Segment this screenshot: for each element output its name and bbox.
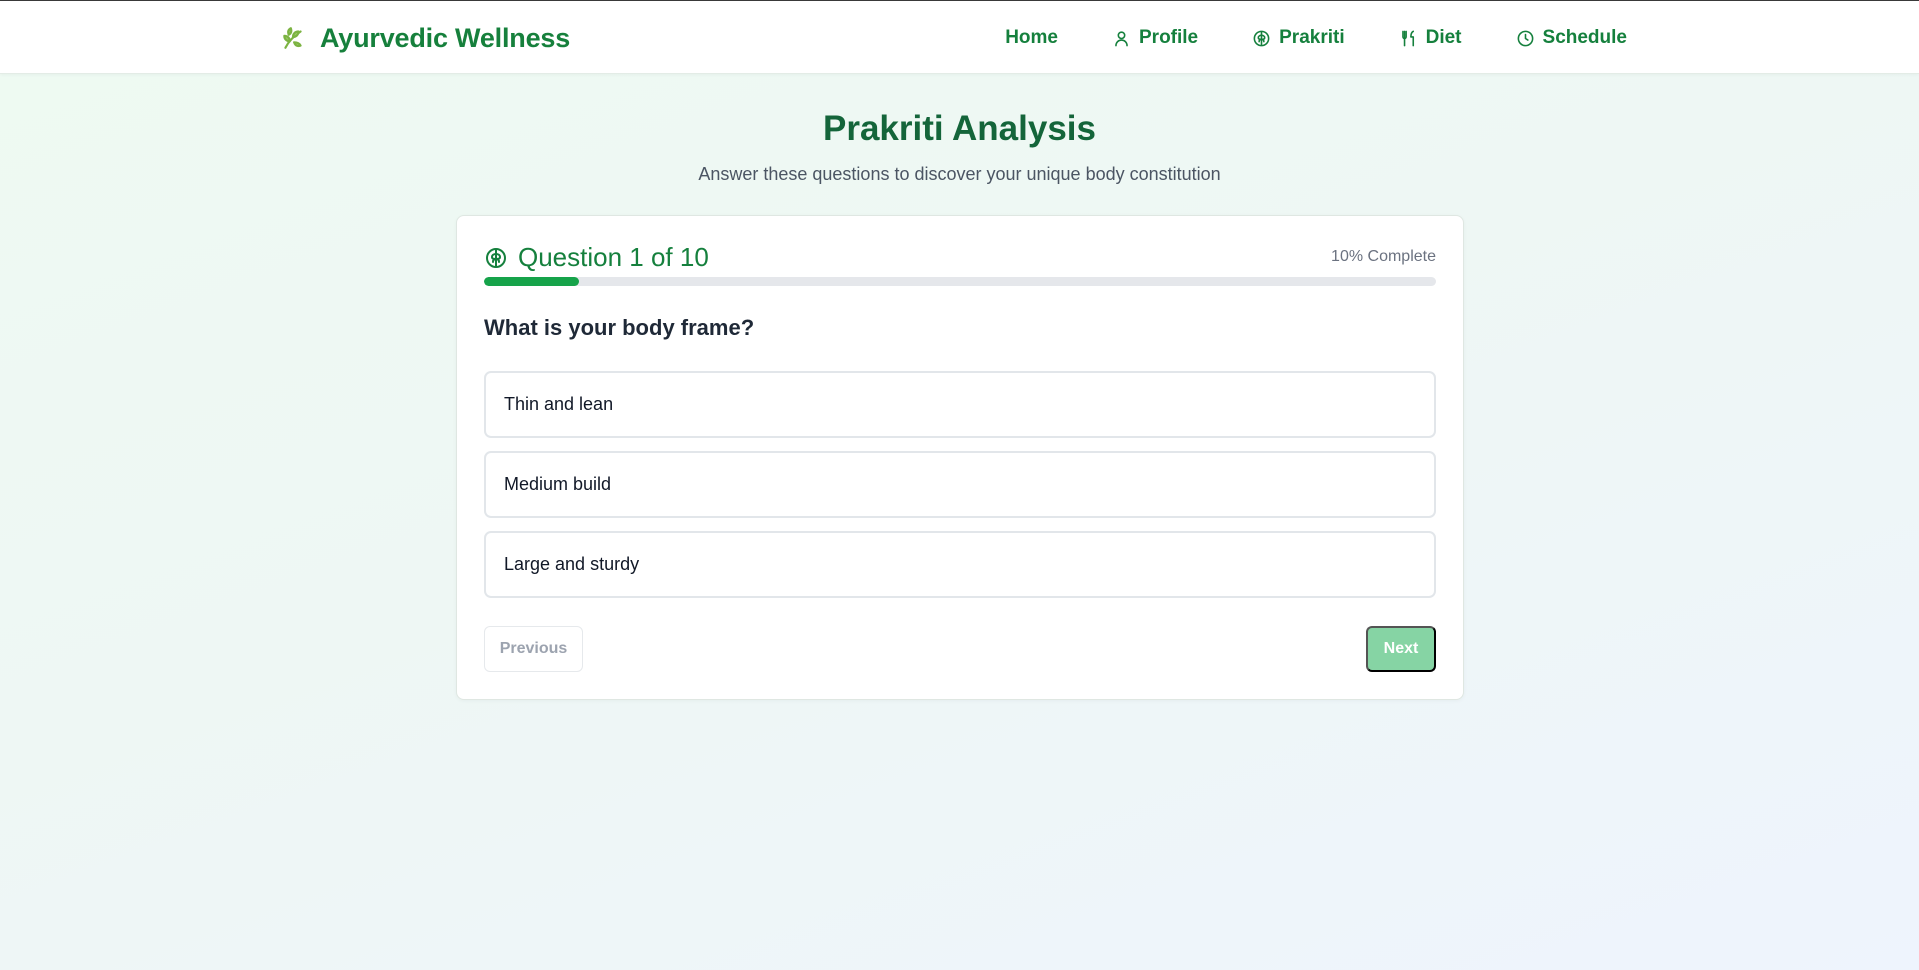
page-subtitle: Answer these questions to discover your … (698, 164, 1221, 184)
next-button[interactable]: Next (1366, 626, 1436, 672)
quiz-card: Question 1 of 10 10% Complete What is yo… (456, 215, 1464, 700)
main-nav: Home Profile Prakriti Diet Schedule (1005, 23, 1627, 53)
top-navbar: Ayurvedic Wellness Home Profile Prakriti (0, 1, 1919, 74)
brain-icon (1253, 30, 1270, 46)
clock-icon (1517, 30, 1533, 46)
answer-option[interactable]: Large and sturdy (484, 531, 1436, 598)
progress-bar-fill (484, 277, 580, 286)
progress-bar (484, 277, 1436, 286)
utensils-icon (1401, 30, 1414, 46)
question-header: Question 1 of 10 (484, 242, 709, 273)
question-text: What is your body frame? (484, 315, 755, 340)
nav-diet-label: Diet (1425, 27, 1462, 48)
nav-prakriti-label: Prakriti (1279, 27, 1345, 48)
progress-percent-text: 10% Complete (1331, 248, 1436, 265)
nav-schedule[interactable]: Schedule (1516, 27, 1627, 49)
nav-profile[interactable]: Profile (1112, 27, 1198, 49)
nav-home-label: Home (1005, 27, 1058, 48)
nav-home[interactable]: Home (1005, 27, 1058, 49)
previous-button[interactable]: Previous (484, 626, 583, 672)
nav-schedule-label: Schedule (1542, 27, 1627, 48)
brand-name: Ayurvedic Wellness (320, 22, 571, 53)
answer-option[interactable]: Medium build (484, 451, 1436, 518)
answer-options: Thin and lean Medium build Large and stu… (484, 371, 1436, 611)
nav-profile-label: Profile (1139, 27, 1199, 48)
brand-link[interactable]: Ayurvedic Wellness (280, 20, 570, 56)
question-counter: Question 1 of 10 (518, 242, 709, 272)
brain-icon (486, 247, 506, 268)
nav-prakriti[interactable]: Prakriti (1252, 27, 1345, 49)
page-title: Prakriti Analysis (822, 109, 1096, 148)
leaf-icon (280, 25, 306, 51)
user-icon (1115, 30, 1128, 46)
answer-option[interactable]: Thin and lean (484, 371, 1436, 438)
nav-diet[interactable]: Diet (1399, 27, 1462, 49)
